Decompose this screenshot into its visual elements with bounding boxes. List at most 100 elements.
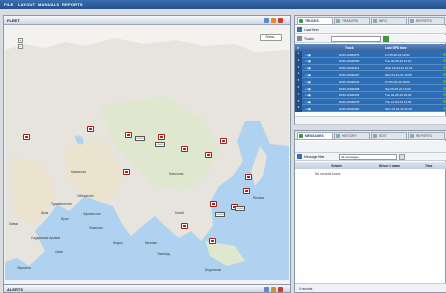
close-icon[interactable] (278, 287, 283, 292)
record-count: 0 records (299, 286, 313, 291)
tab-messages[interactable]: MESSAGES (297, 132, 333, 139)
truck-marker[interactable] (209, 238, 216, 244)
truck-marker[interactable] (205, 152, 212, 158)
help-icon[interactable] (264, 287, 269, 292)
truck-tag: ▭▭▭ (135, 136, 146, 141)
history-icon (336, 134, 340, 138)
tab-reports[interactable]: REPORTS (408, 17, 445, 24)
last-gps-time: Thu 13-04-23 12:54 (385, 100, 412, 105)
table-row[interactable]: 8 ⊶▣ DOKU1900278 Thu 13-04-23 12:54 (295, 98, 446, 106)
col-num[interactable]: # (297, 46, 299, 50)
truck-status-icon[interactable]: ⊶▣ (305, 73, 311, 77)
table-row[interactable]: 9 ⊶▣ DOKU1900284 Mon 03-04-23 22:03 (295, 105, 446, 113)
truck-status-icon[interactable]: ⊶▣ (305, 87, 311, 91)
truck-status-icon[interactable]: ⊶▣ (305, 59, 311, 63)
tab-reports-2[interactable]: REPORTS (408, 132, 445, 139)
tab-edit[interactable]: EDIT (371, 132, 407, 139)
message-filter-select[interactable]: All messages (339, 154, 397, 160)
messages-toolbar (295, 141, 446, 153)
truck-status-icon[interactable]: ⊶▣ (305, 100, 311, 104)
messages-tab-bar: MESSAGES HISTORY EDIT REPORTS (295, 131, 446, 140)
row-number: 2 (295, 57, 302, 65)
truck-status-icon[interactable]: ⊶▣ (305, 66, 311, 70)
fleet-title: FLEET (7, 18, 20, 23)
map-zoom-control[interactable]: + − (18, 38, 23, 50)
truck-id: DOKU1900278 (339, 100, 360, 105)
load-fleet-label[interactable]: Load fleet (304, 28, 318, 32)
truck-marker[interactable] (210, 201, 217, 207)
truck-id: DOKU1900321 (339, 66, 360, 71)
alerts-title: ALERTS (7, 287, 23, 292)
restore-icon[interactable] (271, 287, 276, 292)
fleet-panel: FLEET Казахстан Монголия Китай Узбекиста… (3, 15, 291, 292)
table-row[interactable]: 4 ⊶▣ DOKU1900207 Mon 01-11-22 10:50 (295, 71, 446, 79)
truck-marker[interactable] (245, 174, 252, 180)
truck-status-icon[interactable]: ⊶▣ (305, 53, 311, 57)
tab-info[interactable]: INFO (371, 17, 407, 24)
close-icon[interactable] (278, 18, 283, 23)
table-row[interactable]: 6 ⊶▣ DOKU1900208 Sat 06-05-23 12:00 (295, 85, 446, 92)
help-icon[interactable] (264, 18, 269, 23)
map-label-libya: Ливия (9, 222, 19, 226)
col-last-gps[interactable]: Last GPS time (385, 46, 407, 50)
tab-history[interactable]: HISTORY (334, 132, 370, 139)
col-vehicle[interactable]: Vehicle (331, 164, 342, 168)
truck-status-icon[interactable]: ⊶▣ (305, 107, 311, 111)
last-gps-time: Sat 06-05-23 12:00 (385, 86, 411, 91)
table-row[interactable]: 2 ⊶▣ DOKU1900256 Tue 02-05-23 21:10 (295, 57, 446, 65)
truck-marker[interactable] (181, 146, 188, 152)
truck-icon (299, 19, 303, 23)
messages-grid-header: Vehicle Driver 1 name Time (295, 162, 446, 169)
last-gps-time: Mon 01-11-22 10:50 (385, 72, 412, 77)
map-label-oman: Оман (55, 250, 64, 254)
filter-icon (297, 36, 302, 41)
menu-file[interactable]: FILE (4, 2, 13, 7)
col-truck[interactable]: Truck (345, 46, 354, 50)
last-gps-time: Wed 19-04-23 10:23 (385, 66, 413, 71)
no-records-text: No records found (315, 172, 341, 176)
truck-marker[interactable] (87, 126, 94, 132)
menu-layout[interactable]: LAYOUT (18, 2, 35, 7)
truck-marker[interactable] (123, 169, 130, 175)
report-icon (410, 134, 414, 138)
tab-trailers[interactable]: TRAILERS (334, 17, 370, 24)
truck-status-icon[interactable]: ⊶▣ (305, 80, 311, 84)
map-label-ethiopia: Эфиопия (17, 266, 31, 270)
table-row[interactable]: 1 ⊶▣ DOKU1900276 Fri 05-05-23 19:53 (295, 51, 446, 58)
col-driver[interactable]: Driver 1 name (379, 164, 400, 168)
show-button[interactable]: Show... (260, 34, 282, 41)
map-label-myanmar: Мьянма (145, 241, 157, 245)
truck-marker[interactable] (220, 138, 227, 144)
table-row[interactable]: 7 ⊶▣ DOKU1900263 Tue 02-05-23 15:40 (295, 91, 446, 99)
truck-status-icon[interactable]: ⊶▣ (305, 93, 311, 97)
truck-marker[interactable] (158, 134, 165, 140)
table-row[interactable]: 3 ⊶▣ DOKU1900321 Wed 19-04-23 10:23 (295, 64, 446, 72)
map-label-mongolia: Монголия (169, 172, 184, 176)
tab-trucks[interactable]: TRUCKS (297, 17, 333, 24)
row-number: 4 (295, 71, 302, 79)
last-gps-time: Tue 02-05-23 15:40 (385, 93, 412, 98)
messages-panel: MESSAGES HISTORY EDIT REPORTS Message fi… (294, 130, 446, 293)
col-time[interactable]: Time (425, 164, 432, 168)
fleet-title-bar: FLEET (4, 16, 290, 25)
restore-icon[interactable] (271, 18, 276, 23)
menu-reports[interactable]: REPORTS (62, 2, 83, 7)
truck-marker[interactable] (23, 134, 30, 140)
chevron-down-icon[interactable] (399, 154, 405, 160)
truck-marker[interactable] (181, 223, 188, 229)
truck-marker[interactable] (125, 132, 132, 138)
row-number: 5 (295, 78, 302, 85)
truck-marker[interactable] (243, 188, 250, 194)
map-label-turkmenistan: Туркменистан (51, 202, 72, 206)
map-label-india: Индия (113, 241, 123, 245)
messages-filter-bar: Message filter All messages (295, 153, 446, 161)
trucks-search-input[interactable] (331, 36, 381, 42)
map-view[interactable]: Казахстан Монголия Китай Узбекистан Афга… (5, 26, 289, 280)
zoom-out-icon[interactable]: − (18, 44, 23, 49)
menu-manuals[interactable]: MANUALS (38, 2, 59, 7)
search-icon[interactable] (383, 36, 389, 42)
zoom-in-icon[interactable]: + (18, 38, 23, 43)
table-row[interactable]: 5 ⊶▣ DOKU1900242 Fri 05-05-23 18:06 (295, 78, 446, 85)
load-fleet-icon[interactable] (297, 27, 302, 32)
map-label-afghanistan: Афганистан (83, 212, 101, 216)
